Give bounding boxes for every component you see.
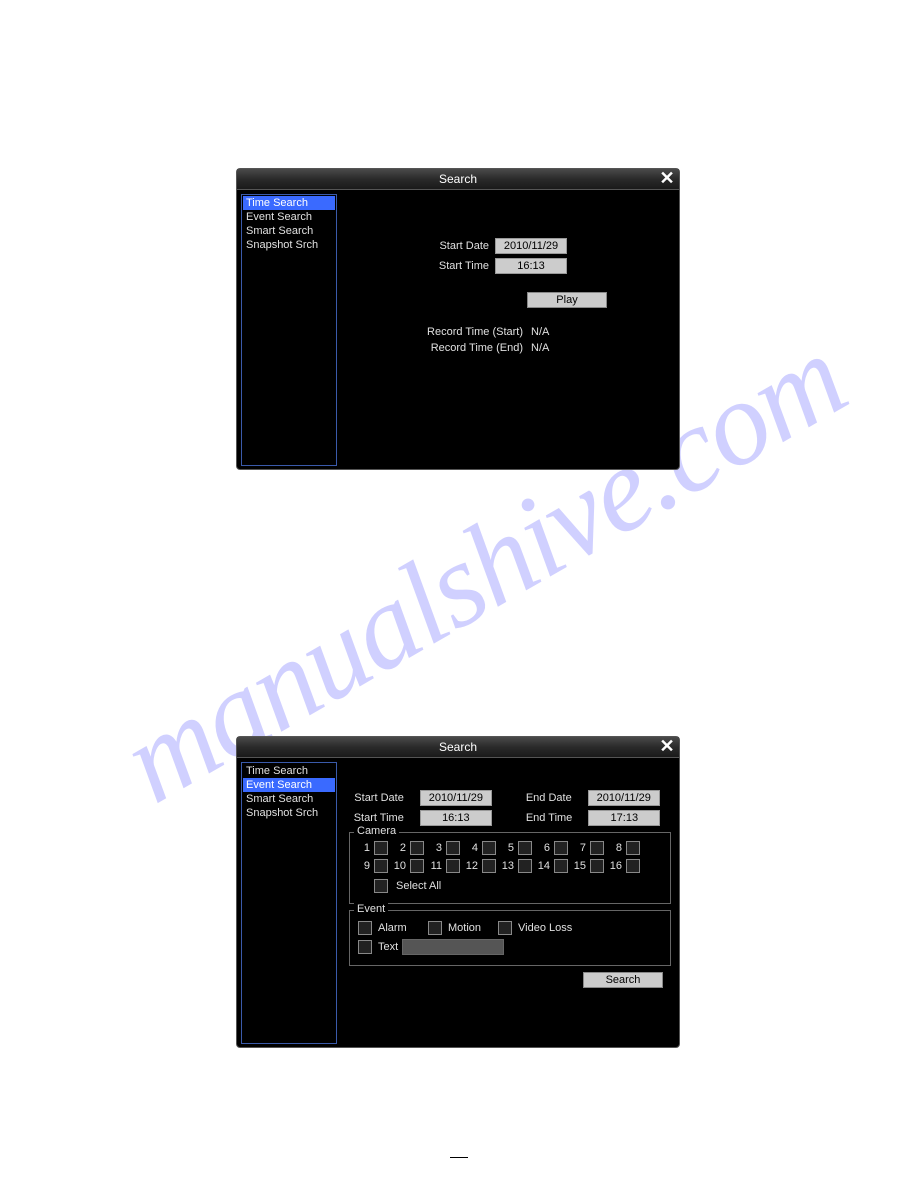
event-search-dialog: Search ✕ Time Search Event Search Smart … xyxy=(236,736,680,1048)
camera-6: 6 xyxy=(536,841,572,855)
camera-8-checkbox[interactable] xyxy=(626,841,640,855)
camera-7: 7 xyxy=(572,841,608,855)
sidebar-item-smart-search[interactable]: Smart Search xyxy=(243,224,335,238)
sidebar-item-smart-search[interactable]: Smart Search xyxy=(243,792,335,806)
camera-12: 12 xyxy=(464,859,500,873)
camera-4-checkbox[interactable] xyxy=(482,841,496,855)
camera-7-checkbox[interactable] xyxy=(590,841,604,855)
record-end-value: N/A xyxy=(531,342,549,354)
camera-group-title: Camera xyxy=(354,825,399,837)
camera-11-checkbox[interactable] xyxy=(446,859,460,873)
record-start-value: N/A xyxy=(531,326,549,338)
titlebar: Search ✕ xyxy=(237,737,679,758)
end-date-label: End Date xyxy=(526,792,572,804)
record-end-label: Record Time (End) xyxy=(409,342,523,354)
start-date-field[interactable]: 2010/11/29 xyxy=(495,238,567,254)
titlebar: Search ✕ xyxy=(237,169,679,190)
play-button[interactable]: Play xyxy=(527,292,607,308)
start-date-label: Start Date xyxy=(354,792,404,804)
start-time-label: Start Time xyxy=(354,812,404,824)
camera-3: 3 xyxy=(428,841,464,855)
content-panel: Start Date 2010/11/29 End Date 2010/11/2… xyxy=(341,758,679,1048)
camera-2: 2 xyxy=(392,841,428,855)
sidebar: Time Search Event Search Smart Search Sn… xyxy=(241,194,337,466)
event-group: Event Alarm Motion Video Loss Text xyxy=(349,910,671,966)
alarm-checkbox[interactable] xyxy=(358,921,372,935)
start-time-field[interactable]: 16:13 xyxy=(420,810,492,826)
camera-4: 4 xyxy=(464,841,500,855)
sidebar-item-time-search[interactable]: Time Search xyxy=(243,764,335,778)
camera-13-checkbox[interactable] xyxy=(518,859,532,873)
start-time-field[interactable]: 16:13 xyxy=(495,258,567,274)
camera-9: 9 xyxy=(356,859,392,873)
camera-9-checkbox[interactable] xyxy=(374,859,388,873)
camera-11: 11 xyxy=(428,859,464,873)
start-date-label: Start Date xyxy=(423,240,489,252)
camera-10-checkbox[interactable] xyxy=(410,859,424,873)
camera-5-checkbox[interactable] xyxy=(518,841,532,855)
end-date-field[interactable]: 2010/11/29 xyxy=(588,790,660,806)
sidebar: Time Search Event Search Smart Search Sn… xyxy=(241,762,337,1044)
video-loss-label: Video Loss xyxy=(518,922,572,934)
dialog-title: Search xyxy=(439,740,477,754)
close-icon[interactable]: ✕ xyxy=(658,169,676,187)
camera-15-checkbox[interactable] xyxy=(590,859,604,873)
video-loss-checkbox[interactable] xyxy=(498,921,512,935)
camera-5: 5 xyxy=(500,841,536,855)
camera-15: 15 xyxy=(572,859,608,873)
content-panel: Start Date 2010/11/29 Start Time 16:13 P… xyxy=(341,190,679,470)
camera-16-checkbox[interactable] xyxy=(626,859,640,873)
sidebar-item-snapshot-search[interactable]: Snapshot Srch xyxy=(243,238,335,252)
page-number xyxy=(450,1157,468,1158)
select-all-checkbox[interactable] xyxy=(374,879,388,893)
camera-group: Camera 1 2 3 4 5 6 7 8 9 10 11 12 13 14 … xyxy=(349,832,671,904)
search-button[interactable]: Search xyxy=(583,972,663,988)
camera-14: 14 xyxy=(536,859,572,873)
camera-6-checkbox[interactable] xyxy=(554,841,568,855)
sidebar-item-event-search[interactable]: Event Search xyxy=(243,778,335,792)
sidebar-item-time-search[interactable]: Time Search xyxy=(243,196,335,210)
time-search-dialog: Search ✕ Time Search Event Search Smart … xyxy=(236,168,680,470)
text-input[interactable] xyxy=(402,939,504,955)
motion-checkbox[interactable] xyxy=(428,921,442,935)
camera-14-checkbox[interactable] xyxy=(554,859,568,873)
camera-10: 10 xyxy=(392,859,428,873)
camera-12-checkbox[interactable] xyxy=(482,859,496,873)
text-label: Text xyxy=(378,941,398,953)
sidebar-item-snapshot-search[interactable]: Snapshot Srch xyxy=(243,806,335,820)
camera-2-checkbox[interactable] xyxy=(410,841,424,855)
motion-label: Motion xyxy=(448,922,496,934)
camera-1: 1 xyxy=(356,841,392,855)
event-group-title: Event xyxy=(354,903,388,915)
camera-1-checkbox[interactable] xyxy=(374,841,388,855)
text-checkbox[interactable] xyxy=(358,940,372,954)
start-time-label: Start Time xyxy=(423,260,489,272)
camera-13: 13 xyxy=(500,859,536,873)
end-time-label: End Time xyxy=(526,812,572,824)
camera-8: 8 xyxy=(608,841,644,855)
start-date-field[interactable]: 2010/11/29 xyxy=(420,790,492,806)
close-icon[interactable]: ✕ xyxy=(658,737,676,755)
sidebar-item-event-search[interactable]: Event Search xyxy=(243,210,335,224)
alarm-label: Alarm xyxy=(378,922,426,934)
camera-16: 16 xyxy=(608,859,644,873)
select-all-label: Select All xyxy=(396,880,441,892)
end-time-field[interactable]: 17:13 xyxy=(588,810,660,826)
record-start-label: Record Time (Start) xyxy=(409,326,523,338)
dialog-title: Search xyxy=(439,172,477,186)
camera-3-checkbox[interactable] xyxy=(446,841,460,855)
